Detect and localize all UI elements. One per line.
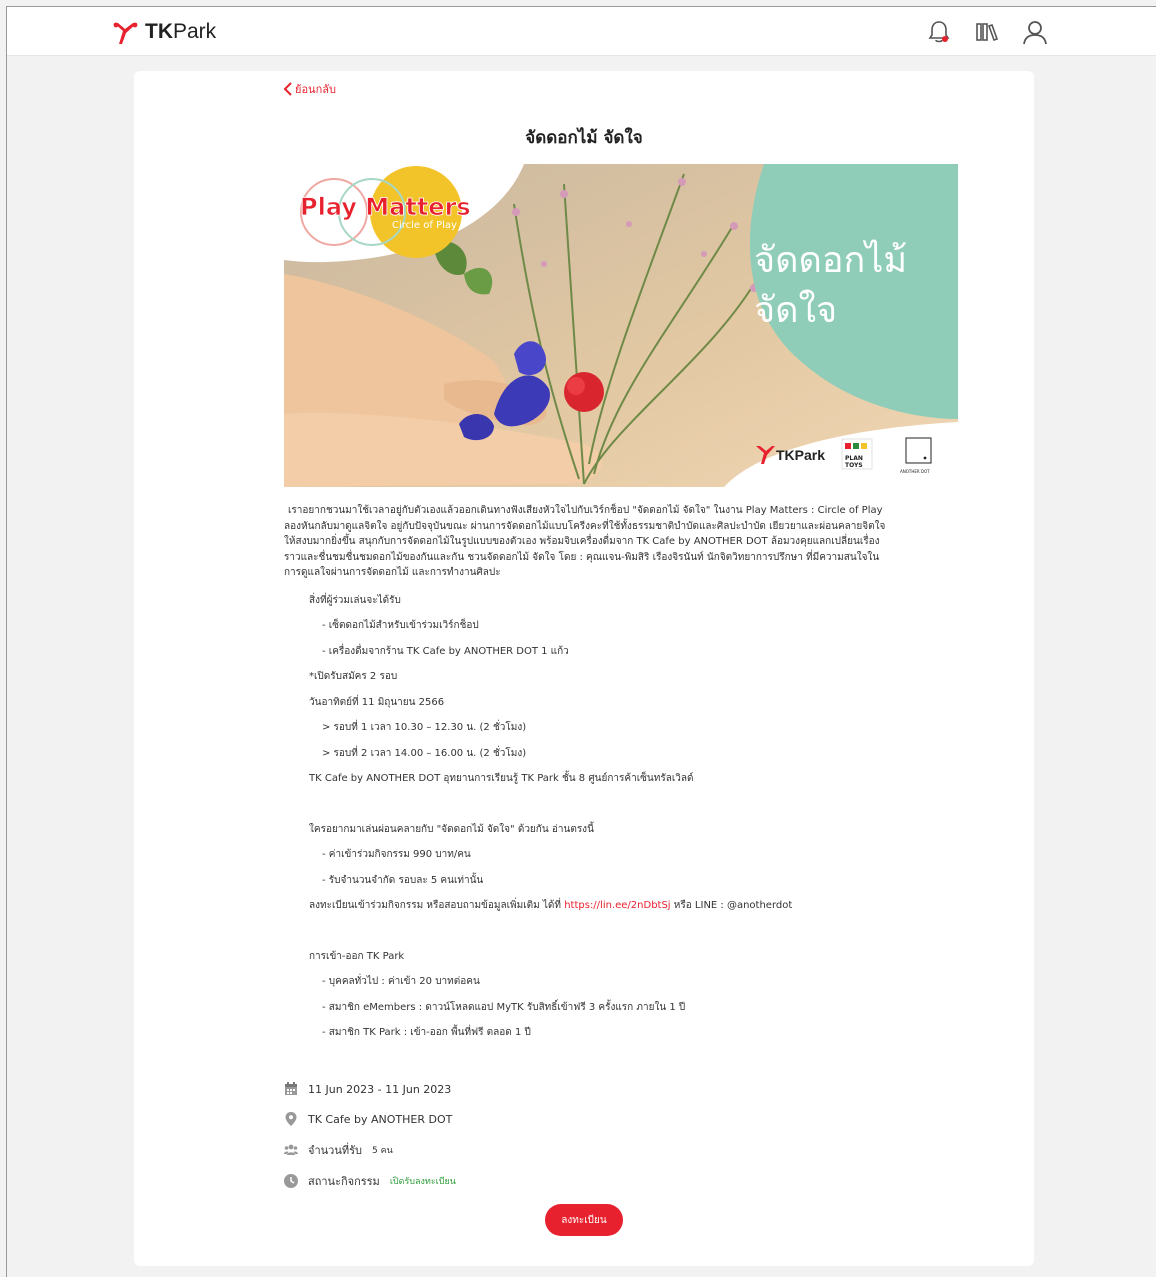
intro-paragraph: เราอยากชวนมาใช้เวลาอยู่กับตัวเองแล้วออกเ…: [284, 505, 886, 578]
fee-line: - ค่าเข้าร่วมกิจกรรม 990 บาท/คน: [322, 849, 471, 860]
location-pin-icon: [285, 1112, 297, 1126]
user-icon[interactable]: [1021, 18, 1049, 46]
banner-logo-line2: Circle of Play: [392, 220, 457, 231]
tkpark-logo[interactable]: TKPark: [111, 17, 216, 47]
banner-sponsor-anotherdot: ANOTHER DOT: [900, 469, 930, 474]
banner-headline-1: จัดดอกไม้: [754, 239, 907, 281]
meta-date: 11 Jun 2023 - 11 Jun 2023: [284, 1079, 584, 1099]
register-button[interactable]: ลงทะเบียน: [545, 1204, 623, 1236]
location: TK Cafe by ANOTHER DOT: [308, 1112, 453, 1126]
venue-line: TK Cafe by ANOTHER DOT อุทยานการเรียนรู้…: [309, 773, 694, 784]
banner-sponsor-plantoys-2: TOYS: [845, 462, 863, 469]
entry-item: - สมาชิก TK Park : เข้า-ออก พื้นที่ฟรี ต…: [322, 1027, 531, 1038]
books-icon[interactable]: [973, 18, 1001, 46]
status-label: สถานะกิจกรรม: [308, 1175, 380, 1188]
capacity-label: จำนวนที่รับ: [308, 1144, 362, 1157]
register-info-line: ลงทะเบียนเข้าร่วมกิจกรรม หรือสอบถามข้อมู…: [309, 900, 793, 911]
meta-location: TK Cafe by ANOTHER DOT: [284, 1109, 584, 1129]
banner-sponsor-plantoys-1: PLAN: [845, 455, 863, 462]
people-icon: [284, 1144, 298, 1155]
receive-heading: สิ่งที่ผู้ร่วมเล่นจะได้รับ: [309, 594, 401, 606]
register-link[interactable]: https://lin.ee/2nDbtSj: [564, 900, 670, 911]
invite-line: ใครอยากมาเล่นผ่อนคลายกับ "จัดดอกไม้ จัดใ…: [309, 823, 594, 835]
entry-item: - บุคคลทั่วไป : ค่าเข้า 20 บาทต่อคน: [322, 976, 480, 987]
date-range: 11 Jun 2023 - 11 Jun 2023: [308, 1082, 452, 1096]
entry-heading: การเข้า-ออก TK Park: [309, 950, 405, 962]
top-header: TKPark: [7, 7, 1156, 56]
receive-item: - เครื่องดื่มจากร้าน TK Cafe by ANOTHER …: [322, 645, 569, 657]
rounds-note: *เปิดรับสมัคร 2 รอบ: [309, 671, 398, 682]
status-badge: เปิดรับลงทะเบียน: [389, 1177, 456, 1187]
event-date-line: วันอาทิตย์ที่ 11 มิถุนายน 2566: [309, 696, 445, 708]
event-card: ย้อนกลับ จัดดอกไม้ จัดใจ Play Matters Ci…: [134, 71, 1034, 1266]
back-label: ย้อนกลับ: [295, 83, 336, 96]
round-1: > รอบที่ 1 เวลา 10.30 – 12.30 น. (2 ชั่ว…: [322, 722, 527, 733]
event-banner-image: Play Matters Circle of Play จัดดอกไม้ จั…: [284, 164, 958, 487]
event-description: เราอยากชวนมาใช้เวลาอยู่กับตัวเองแล้วออกเ…: [284, 503, 894, 1046]
tkpark-logo-icon: [113, 22, 138, 44]
banner-logo-line1: Play Matters: [300, 193, 471, 221]
clock-icon: [284, 1174, 298, 1188]
calendar-icon: [285, 1082, 297, 1095]
banner-headline-2: จัดใจ: [754, 289, 837, 331]
meta-capacity: จำนวนที่รับ 5 คน: [284, 1140, 584, 1160]
banner-sponsor-tkpark: TKPark: [776, 447, 825, 463]
meta-status: สถานะกิจกรรม เปิดรับลงทะเบียน: [284, 1171, 584, 1191]
page-title: จัดดอกไม้ จัดใจ: [525, 128, 643, 148]
receive-item: - เซ็ตดอกไม้สำหรับเข้าร่วมเวิร์กช็อป: [322, 620, 479, 631]
back-link[interactable]: ย้อนกลับ: [283, 80, 336, 98]
round-2: > รอบที่ 2 เวลา 14.00 – 16.00 น. (2 ชั่ว…: [322, 747, 527, 759]
capacity-value: 5 คน: [371, 1146, 393, 1156]
bell-icon[interactable]: [925, 18, 953, 46]
chevron-left-icon: [283, 82, 292, 96]
entry-item: - สมาชิก eMembers : ดาวน์โหลดแอป MyTK รั…: [322, 1001, 686, 1013]
limit-line: - รับจำนวนจำกัด รอบละ 5 คนเท่านั้น: [322, 874, 484, 886]
brand-name: TKPark: [145, 20, 217, 43]
